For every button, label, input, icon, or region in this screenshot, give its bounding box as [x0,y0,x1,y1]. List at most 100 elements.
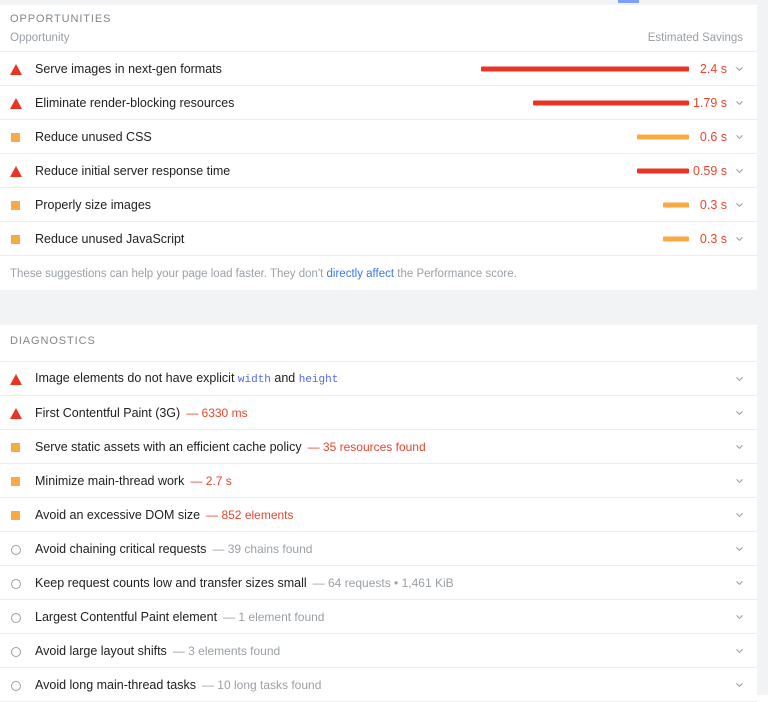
chevron-down-icon[interactable] [733,576,746,589]
chevron-down-icon[interactable] [733,542,746,555]
code-token-height: height [298,374,339,386]
savings-value: 0.6 s [699,129,727,144]
chevron-down-icon[interactable] [733,130,746,143]
diagnostics-section-title: DIAGNOSTICS [10,335,96,347]
savings-bar [663,202,689,207]
diagnostic-value: — 3 elements found [172,643,281,658]
chevron-down-icon[interactable] [733,372,746,385]
savings-value: 0.3 s [699,197,727,212]
diagnostic-row[interactable]: Image elements do not have explicit widt… [0,362,757,396]
info-circle-icon [10,542,24,556]
chevron-down-icon[interactable] [733,62,746,75]
diagnostic-label: Keep request counts low and transfer siz… [35,575,307,590]
fail-triangle-icon [10,164,24,178]
opportunity-label: Serve images in next-gen formats [35,61,222,76]
savings-value: 2.4 s [699,61,727,76]
savings-value: 0.59 s [692,163,727,178]
diagnostic-row[interactable]: Keep request counts low and transfer siz… [0,566,757,600]
chevron-down-icon[interactable] [733,406,746,419]
savings-bar-track [637,134,689,139]
diagnostic-label: Avoid long main-thread tasks [35,677,196,692]
opportunity-row[interactable]: Eliminate render-blocking resources 1.79 … [0,86,757,120]
info-circle-icon [10,610,24,624]
diagnostic-label: Minimize main-thread work [35,473,185,488]
fail-triangle-icon [10,62,24,76]
opportunity-row[interactable]: Serve images in next-gen formats 2.4 s [0,52,757,86]
opportunities-list: Serve images in next-gen formats 2.4 s Eli… [0,51,757,256]
diagnostic-value: — 10 long tasks found [201,677,322,692]
info-circle-icon [10,678,24,692]
savings-bar [533,100,689,105]
diagnostic-value: — 1 element found [223,609,325,624]
diagnostic-label: Serve static assets with an efficient ca… [35,439,302,454]
average-square-icon [10,130,24,144]
chevron-down-icon[interactable] [733,474,746,487]
average-square-icon [10,198,24,212]
diagnostic-row[interactable]: Avoid long main-thread tasks — 10 long ta… [0,668,757,702]
diagnostic-label: First Contentful Paint (3G) [35,405,181,420]
diagnostic-row[interactable]: Avoid chaining critical requests — 39 cha… [0,532,757,566]
chevron-down-icon[interactable] [733,610,746,623]
diagnostic-label: Avoid an excessive DOM size [35,507,201,522]
savings-bar [637,168,689,173]
chevron-down-icon[interactable] [733,232,746,245]
savings-bar-track [663,202,689,207]
diagnostic-value: — 39 chains found [212,541,313,556]
opportunity-row[interactable]: Properly size images 0.3 s [0,188,757,222]
chevron-down-icon[interactable] [733,644,746,657]
diagnostic-value: — 852 elements [206,507,294,522]
savings-bar [637,134,689,139]
info-circle-icon [10,644,24,658]
chevron-down-icon[interactable] [733,678,746,691]
diagnostic-value: — 35 resources found [307,439,426,454]
diagnostic-row[interactable]: Serve static assets with an efficient ca… [0,430,757,464]
column-header-opportunity: Opportunity [10,32,70,44]
opportunity-label: Reduce unused JavaScript [35,231,185,246]
directly-affect-link[interactable]: directly affect [327,268,395,280]
savings-bar-track [533,100,689,105]
diagnostic-value: — 2.7 s [190,473,232,488]
opportunity-row[interactable]: Reduce unused JavaScript 0.3 s [0,222,757,256]
opportunity-label: Eliminate render-blocking resources [35,95,235,110]
opportunity-label: Reduce initial server response time [35,163,231,178]
code-token-width: width [237,374,271,386]
chevron-down-icon[interactable] [733,508,746,521]
diagnostic-row[interactable]: Avoid large layout shifts — 3 elements fo… [0,634,757,668]
footnote-text-before: These suggestions can help your page loa… [10,268,327,280]
average-square-icon [10,474,24,488]
diagnostic-row[interactable]: Largest Contentful Paint element — 1 elem… [0,600,757,634]
savings-bar-track [663,236,689,241]
diagnostic-row[interactable]: First Contentful Paint (3G) — 6330 ms [0,396,757,430]
diagnostics-list: Image elements do not have explicit widt… [0,361,757,702]
fail-triangle-icon [10,96,24,110]
savings-bar [663,236,689,241]
chevron-down-icon[interactable] [733,440,746,453]
info-circle-icon [10,576,24,590]
savings-bar-track [481,66,689,71]
fail-triangle-icon [10,372,24,386]
opportunity-row[interactable]: Reduce initial server response time 0.59 … [0,154,757,188]
fail-triangle-icon [10,406,24,420]
chevron-down-icon[interactable] [733,96,746,109]
diagnostic-value: — 6330 ms [186,405,248,420]
chevron-down-icon[interactable] [733,198,746,211]
opportunity-label: Properly size images [35,197,152,212]
opportunities-footnote: These suggestions can help your page loa… [0,256,757,280]
diagnostic-label: Avoid chaining critical requests [35,541,207,556]
savings-value: 1.79 s [692,95,727,110]
lighthouse-report-page: OPPORTUNITIES Opportunity Estimated Savi… [0,0,768,702]
opportunity-row[interactable]: Reduce unused CSS 0.6 s [0,120,757,154]
diagnostic-label: Image elements do not have explicit widt… [35,371,339,386]
opportunities-column-headers: Opportunity Estimated Savings [0,25,757,51]
savings-bar-track [637,168,689,173]
opportunities-section-title: OPPORTUNITIES [10,13,112,25]
diagnostic-label: Avoid large layout shifts [35,643,167,658]
savings-bar [481,66,689,71]
average-square-icon [10,440,24,454]
diagnostics-card: DIAGNOSTICS Image elements do not have e… [0,325,757,702]
chevron-down-icon[interactable] [733,164,746,177]
diagnostic-value: — 64 requests • 1,461 KiB [312,575,454,590]
diagnostic-row[interactable]: Minimize main-thread work — 2.7 s [0,464,757,498]
diagnostic-row[interactable]: Avoid an excessive DOM size — 852 element… [0,498,757,532]
opportunities-card: OPPORTUNITIES Opportunity Estimated Savi… [0,5,757,290]
